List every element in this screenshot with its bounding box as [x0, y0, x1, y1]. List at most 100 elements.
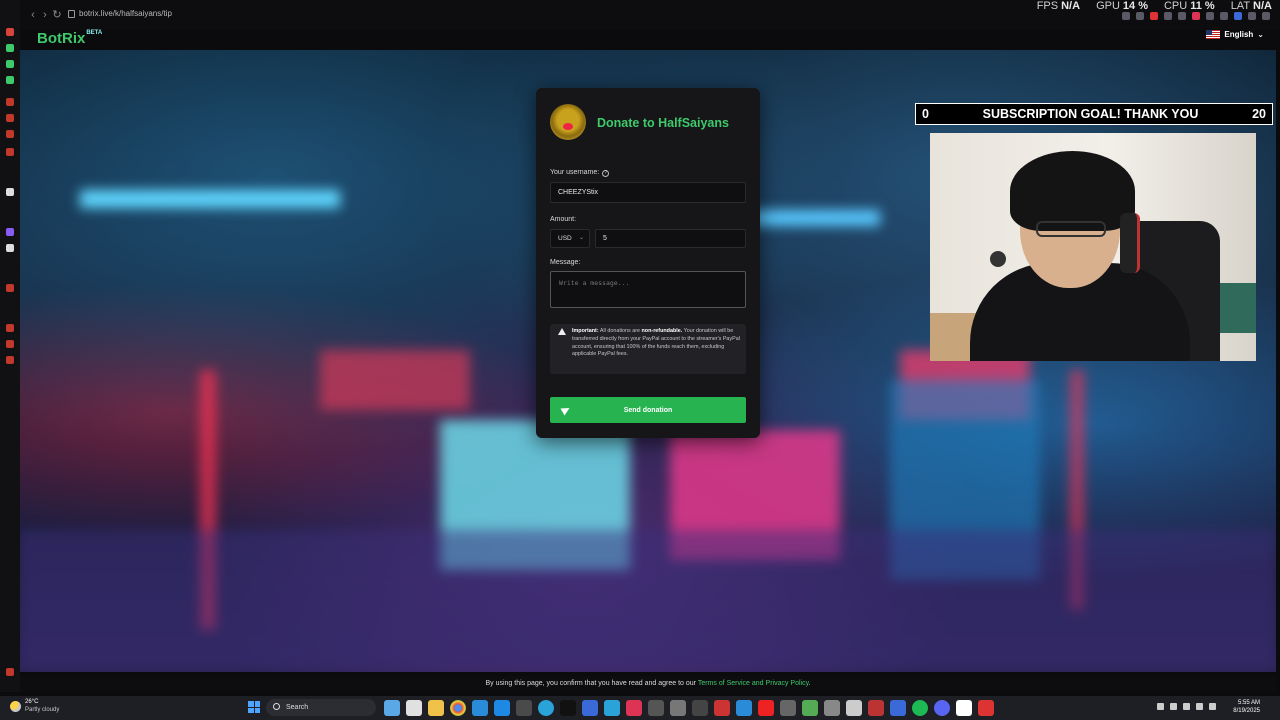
sidebar-app-icon[interactable]	[6, 130, 14, 138]
botrix-logo[interactable]: BotRixBETA	[37, 30, 102, 47]
sidebar-settings-icon[interactable]	[6, 668, 14, 676]
extension-icon[interactable]	[1234, 12, 1242, 20]
taskbar-app-icon[interactable]	[626, 700, 642, 716]
telegram-icon[interactable]	[538, 700, 554, 716]
taskbar-app-icon[interactable]	[868, 700, 884, 716]
consent-text: By using this page, you confirm that you…	[485, 680, 696, 687]
address-bar[interactable]: botrix.live/k/halfsaiyans/tip	[68, 9, 172, 18]
send-icon	[560, 404, 572, 416]
currency-select[interactable]: USD ⌄	[550, 229, 590, 248]
network-icon[interactable]	[1183, 703, 1190, 710]
taskbar-app-icon[interactable]	[824, 700, 840, 716]
message-textarea[interactable]: Write a message...	[550, 271, 746, 308]
sidebar-app-icon[interactable]	[6, 76, 14, 84]
url-text: botrix.live/k/halfsaiyans/tip	[79, 9, 172, 18]
amount-input[interactable]: 5	[595, 229, 746, 248]
zoom-icon[interactable]	[1122, 12, 1130, 20]
heart-icon[interactable]	[1192, 12, 1200, 20]
temperature: 26°C	[25, 699, 39, 705]
terms-link[interactable]: Terms of Service and Privacy Policy	[698, 680, 809, 687]
windows-start-icon[interactable]	[248, 701, 260, 713]
chevron-up-icon[interactable]	[1157, 703, 1164, 710]
taskbar-app-icon[interactable]	[648, 700, 664, 716]
sidebar-app-icon[interactable]	[6, 228, 14, 236]
language-selector[interactable]: English ⌄	[1206, 30, 1264, 39]
sidebar-app-icon[interactable]	[6, 324, 14, 332]
sidebar-app-icon[interactable]	[6, 244, 14, 252]
taskbar-app-icon[interactable]	[978, 700, 994, 716]
send-donation-button[interactable]: Send donation	[550, 397, 746, 423]
goal-target: 20	[1252, 107, 1266, 121]
taskbar-apps	[384, 700, 994, 716]
taskbar-search[interactable]: Search	[266, 699, 376, 716]
browser-toolbar: ‹ › ↻ botrix.live/k/halfsaiyans/tip FPS N…	[0, 0, 1280, 30]
us-flag-icon	[1206, 30, 1221, 39]
sidebar-app-icon[interactable]	[6, 28, 14, 36]
taskbar-app-icon[interactable]	[494, 700, 510, 716]
send-label: Send donation	[623, 406, 673, 414]
partly-cloudy-icon	[10, 700, 21, 712]
extensions-bar	[1122, 12, 1270, 20]
taskbar-app-icon[interactable]	[516, 700, 532, 716]
lat-value: N/A	[1253, 0, 1272, 12]
lock-icon	[68, 9, 75, 18]
sidebar-app-icon[interactable]	[6, 356, 14, 364]
streamer-avatar	[550, 104, 586, 140]
puzzle-icon[interactable]	[1220, 12, 1228, 20]
language-label: English	[1224, 30, 1254, 39]
taskbar-app-icon[interactable]	[846, 700, 862, 716]
message-label: Message:	[550, 259, 581, 266]
cloud-icon[interactable]	[1170, 703, 1177, 710]
webcam-feed	[930, 133, 1256, 361]
taskbar-app-icon[interactable]	[472, 700, 488, 716]
donation-title: Donate to HalfSaiyans	[597, 116, 729, 130]
consent-bar: By using this page, you confirm that you…	[20, 676, 1276, 692]
clock-time: 5:55 AM	[1237, 700, 1260, 706]
taskbar-app-icon[interactable]	[384, 700, 400, 716]
taskbar-app-icon[interactable]	[736, 700, 752, 716]
battery-icon[interactable]	[1209, 703, 1216, 710]
taskbar-clock[interactable]: 5:55 AM 8/19/2025	[1233, 699, 1260, 715]
profile-icon[interactable]	[1248, 12, 1256, 20]
username-label: Your username:?	[550, 169, 610, 177]
taskbar-app-icon[interactable]	[692, 700, 708, 716]
taskbar-app-icon[interactable]	[406, 700, 422, 716]
taskbar-app-icon[interactable]	[670, 700, 686, 716]
folder-icon[interactable]	[428, 700, 444, 716]
chevron-down-icon: ⌄	[578, 235, 584, 241]
taskbar-app-icon[interactable]	[582, 700, 598, 716]
chrome-icon[interactable]	[450, 700, 466, 716]
taskbar-app-icon[interactable]	[780, 700, 796, 716]
sidebar-app-icon[interactable]	[6, 44, 14, 52]
sidebar-app-icon[interactable]	[6, 148, 14, 156]
sidebar-app-icon[interactable]	[6, 340, 14, 348]
taskbar-app-icon[interactable]	[802, 700, 818, 716]
sidebar-app-icon[interactable]	[6, 188, 14, 196]
tiktok-icon[interactable]	[560, 700, 576, 716]
taskbar-app-icon[interactable]	[890, 700, 906, 716]
sidebar-app-icon[interactable]	[6, 284, 14, 292]
sidebar-app-icon[interactable]	[6, 60, 14, 68]
sidebar-app-icon[interactable]	[6, 114, 14, 122]
goal-title: SUBSCRIPTION GOAL! THANK YOU	[982, 107, 1199, 121]
taskbar-app-icon[interactable]	[934, 700, 950, 716]
weather-widget[interactable]: 26°C Partly cloudy	[10, 698, 59, 714]
taskbar-app-icon[interactable]	[714, 700, 730, 716]
notice-text: All donations are	[599, 328, 641, 334]
extension-icon[interactable]	[1150, 12, 1158, 20]
spotify-icon[interactable]	[912, 700, 928, 716]
taskbar-app-icon[interactable]	[758, 700, 774, 716]
username-field[interactable]: CHEEZYStix	[550, 182, 746, 203]
taskbar-app-icon[interactable]	[604, 700, 620, 716]
taskbar-app-icon[interactable]	[956, 700, 972, 716]
help-icon[interactable]: ?	[602, 170, 610, 177]
volume-icon[interactable]	[1196, 703, 1203, 710]
reload-button[interactable]: ↻	[50, 8, 64, 22]
sidebar-app-icon[interactable]	[6, 98, 14, 106]
menu-icon[interactable]	[1262, 12, 1270, 20]
extension-icon[interactable]	[1164, 12, 1172, 20]
play-icon[interactable]	[1178, 12, 1186, 20]
system-tray	[1157, 703, 1216, 710]
extension-icon[interactable]	[1206, 12, 1214, 20]
cast-icon[interactable]	[1136, 12, 1144, 20]
